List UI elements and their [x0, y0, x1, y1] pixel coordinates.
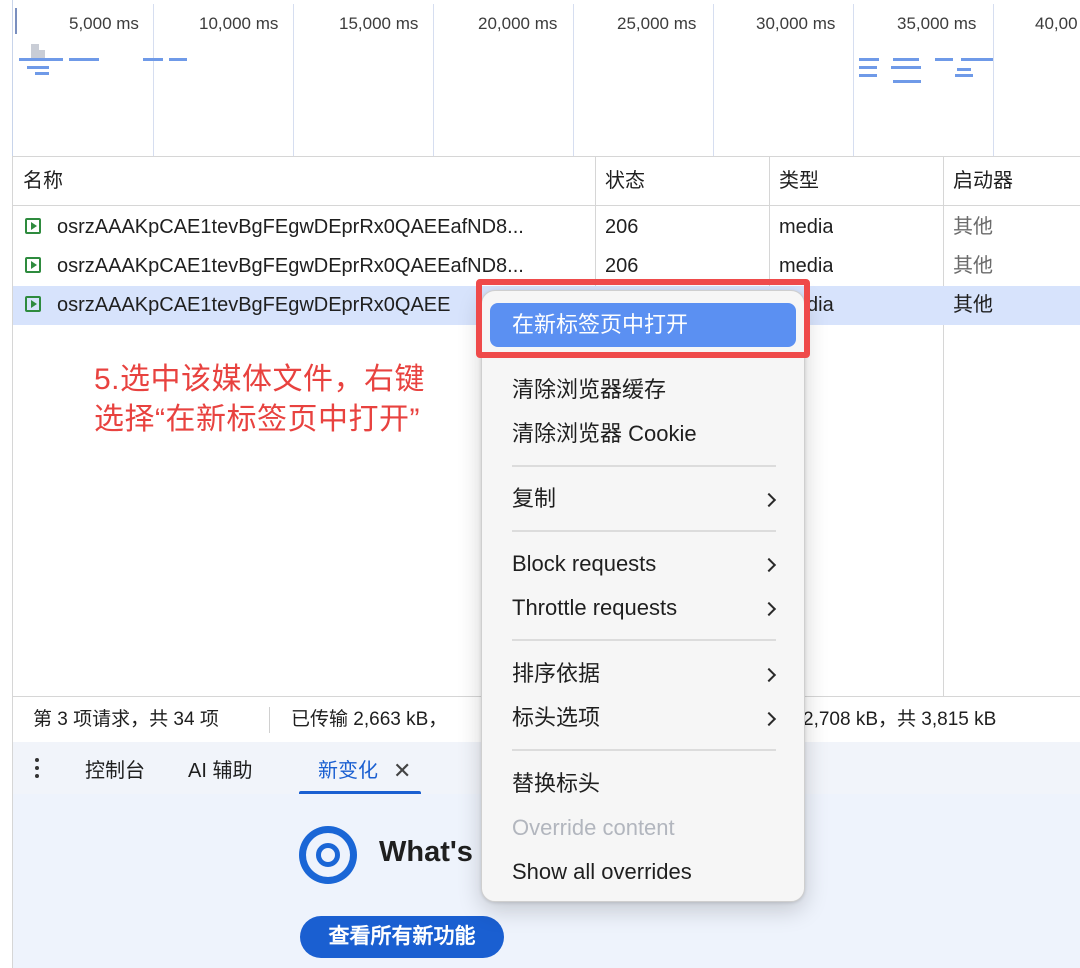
menu-item-label: Block requests	[512, 551, 657, 576]
request-count: 第 3 项请求，共 34 项	[33, 709, 219, 730]
tick-label: 40,00	[1035, 14, 1078, 33]
menu-separator	[512, 639, 776, 641]
request-initiator: 其他	[953, 216, 993, 238]
tick-line	[433, 4, 434, 156]
menu-item-override-headers[interactable]: 替换标头	[512, 764, 600, 804]
timeline-bar	[957, 68, 971, 71]
timeline-bar	[935, 58, 953, 61]
timeline-bar	[27, 66, 49, 69]
timeline-bar	[955, 74, 973, 77]
request-type: media	[779, 216, 834, 238]
timeline-bar	[859, 74, 877, 77]
chrome-logo-icon	[299, 826, 357, 884]
timeline-bar	[891, 66, 921, 69]
timeline-bar	[893, 80, 921, 83]
context-menu: 在新标签页中打开 清除浏览器缓存 清除浏览器 Cookie 复制 Block r…	[481, 290, 805, 902]
chevron-right-icon	[761, 667, 777, 683]
tick-line	[993, 4, 994, 156]
media-file-icon	[25, 296, 41, 312]
table-row[interactable]: osrzAAAKpCAE1tevBgFEgwDEprRx0QAEEafND8..…	[13, 247, 1080, 286]
annotation-line-1: 5.选中该媒体文件，右键	[94, 363, 426, 396]
menu-item-label: Throttle requests	[512, 595, 678, 620]
whats-new-title: What's	[379, 836, 473, 868]
chevron-right-icon	[761, 557, 777, 573]
menu-item-header-options[interactable]: 标头选项	[512, 698, 600, 738]
request-type: dia	[807, 294, 834, 316]
menu-item-clear-cookies[interactable]: 清除浏览器 Cookie	[512, 414, 697, 454]
request-initiator: 其他	[953, 255, 993, 277]
see-all-features-button[interactable]: 查看所有新功能	[300, 916, 504, 958]
tick-line	[573, 4, 574, 156]
timeline-bar	[169, 58, 187, 61]
media-file-icon	[25, 218, 41, 234]
menu-item-label: 复制	[512, 486, 557, 511]
tab-console[interactable]: 控制台	[85, 742, 145, 800]
menu-item-label: 标头选项	[512, 705, 601, 730]
tick-line	[853, 4, 854, 156]
menu-separator	[512, 530, 776, 532]
tick-label: 5,000 ms	[69, 14, 139, 33]
request-initiator: 其他	[953, 294, 993, 316]
column-header-initiator[interactable]: 启动器	[943, 157, 1080, 205]
tick-line	[293, 4, 294, 156]
chevron-right-icon	[761, 601, 777, 617]
request-status: 206	[605, 255, 639, 277]
column-header-type[interactable]: 类型	[769, 157, 943, 205]
transferred-size: 已传输 2,663 kB，	[291, 709, 448, 730]
request-name: osrzAAAKpCAE1tevBgFEgwDEprRx0QAEEafND8..…	[57, 255, 524, 277]
annotation-line-2: 选择“在新标签页中打开”	[94, 403, 420, 436]
menu-item-label: 排序依据	[512, 661, 601, 686]
tick-label: 20,000 ms	[478, 14, 558, 33]
tick-label: 25,000 ms	[617, 14, 697, 33]
request-status: 206	[605, 216, 639, 238]
media-file-icon	[25, 257, 41, 273]
menu-item-override-content: Override content	[512, 815, 675, 840]
timeline-bar	[859, 66, 877, 69]
status-separator	[269, 707, 270, 733]
menu-item-open-in-new-tab[interactable]: 在新标签页中打开	[490, 303, 796, 347]
timeline-cursor[interactable]	[15, 8, 17, 34]
menu-item-block-requests[interactable]: Block requests	[512, 544, 656, 584]
timeline-bar	[69, 58, 99, 61]
tick-line	[153, 4, 154, 156]
timeline-bar	[39, 50, 45, 58]
timeline-bar	[893, 58, 919, 61]
timeline-bar	[19, 58, 63, 61]
menu-item-throttle-requests[interactable]: Throttle requests	[512, 588, 677, 628]
tick-label: 35,000 ms	[897, 14, 977, 33]
request-type: media	[779, 255, 834, 277]
tick-label: 10,000 ms	[199, 14, 279, 33]
timeline-bar	[143, 58, 163, 61]
tick-line	[713, 4, 714, 156]
timeline-bar	[859, 58, 879, 61]
chevron-right-icon	[761, 711, 777, 727]
timeline-bar	[31, 44, 39, 58]
menu-item-clear-cache[interactable]: 清除浏览器缓存	[512, 370, 666, 410]
request-name: osrzAAAKpCAE1tevBgFEgwDEprRx0QAEEafND8..…	[57, 216, 524, 238]
tick-label: 15,000 ms	[339, 14, 419, 33]
more-options-icon[interactable]	[35, 758, 39, 782]
column-header-name[interactable]: 名称	[13, 157, 595, 205]
menu-separator	[512, 749, 776, 751]
resources-size: 2,708 kB，共 3,815 kB	[803, 709, 997, 730]
tab-ai-assistance[interactable]: AI 辅助	[188, 742, 252, 800]
table-row[interactable]: osrzAAAKpCAE1tevBgFEgwDEprRx0QAEEafND8..…	[13, 208, 1080, 247]
menu-item-sort-by[interactable]: 排序依据	[512, 654, 600, 694]
menu-item-copy[interactable]: 复制	[512, 479, 776, 519]
header-divider	[13, 205, 1080, 206]
timeline-bar	[961, 58, 993, 61]
network-overview-timeline[interactable]: 5,000 ms 10,000 ms 15,000 ms 20,000 ms 2…	[12, 0, 1080, 156]
menu-separator	[512, 465, 776, 467]
timeline-bar	[35, 72, 49, 75]
tick-label: 30,000 ms	[756, 14, 836, 33]
menu-item-show-all-overrides[interactable]: Show all overrides	[512, 852, 692, 892]
column-header-status[interactable]: 状态	[595, 157, 769, 205]
